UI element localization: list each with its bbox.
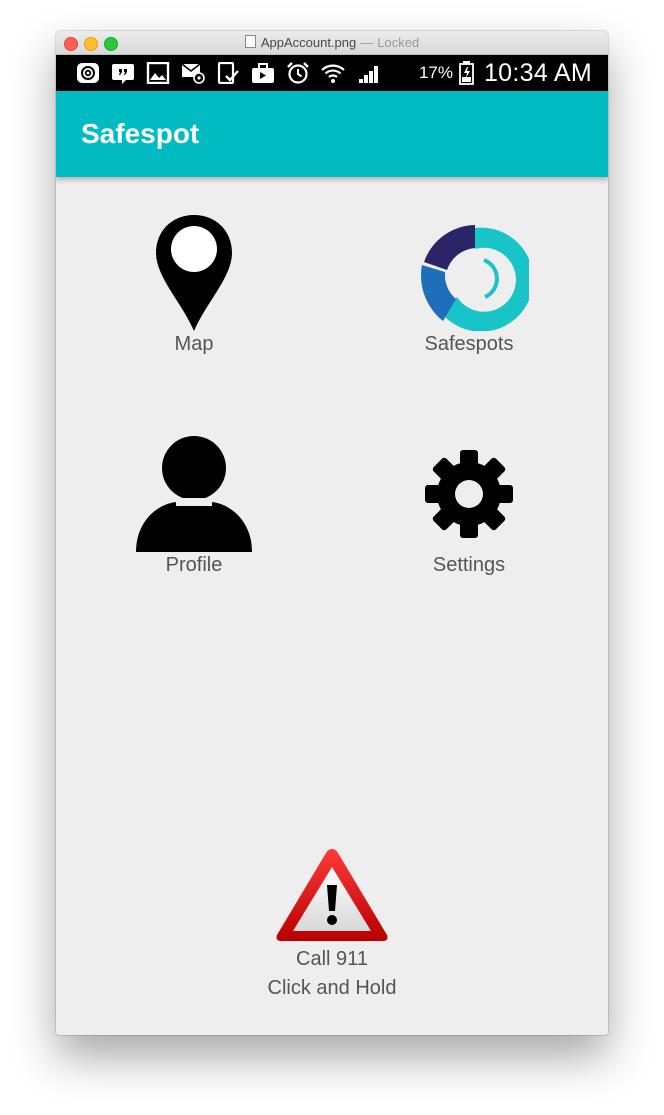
battery-icon: [459, 61, 474, 85]
gear-icon: [425, 450, 513, 538]
map-tile[interactable]: Map: [94, 215, 294, 356]
call-911-button[interactable]: Call 911 Click and Hold: [232, 847, 432, 1003]
status-clock: 10:34 AM: [483, 58, 592, 87]
tablet-check-icon: [217, 62, 239, 84]
battery-percentage: 17%: [418, 63, 453, 82]
signal-icon: [359, 66, 378, 83]
window-titlebar: AppAccount.png — Locked: [56, 31, 608, 55]
profile-label: Profile: [165, 554, 223, 576]
briefcase-icon: [252, 63, 274, 83]
window-title: AppAccount.png — Locked: [56, 35, 608, 50]
app-toolbar: Safespot: [56, 91, 608, 177]
gallery-icon: [146, 62, 170, 84]
document-icon: [244, 35, 256, 48]
home-grid: Map Safespots Profile Settings Call 911 …: [56, 177, 608, 1035]
safespots-logo-icon: [421, 225, 529, 331]
safespots-tile[interactable]: Safespots: [369, 215, 569, 356]
map-label: Map: [174, 333, 214, 355]
app-window: AppAccount.png — Locked 17% 10:34 AM Saf…: [56, 31, 608, 1035]
window-title-separator: —: [360, 35, 374, 50]
call-911-label: Call 911: [296, 948, 368, 970]
email-icon: [77, 63, 99, 83]
android-status-bar: 17% 10:34 AM: [56, 55, 608, 91]
map-pin-icon: [156, 215, 232, 331]
safespots-label: Safespots: [424, 333, 514, 355]
window-filename: AppAccount.png: [260, 35, 357, 50]
wifi-icon: [321, 64, 345, 83]
window-lock-status: Locked: [377, 35, 420, 50]
settings-label: Settings: [432, 554, 506, 576]
alarm-icon: [287, 62, 309, 84]
hangouts-icon: [112, 64, 134, 84]
person-icon: [136, 436, 252, 552]
mail-at-icon: [181, 63, 205, 84]
click-and-hold-label: Click and Hold: [267, 977, 397, 999]
settings-tile[interactable]: Settings: [369, 436, 569, 577]
app-title: Safespot: [81, 118, 200, 149]
warning-icon: [276, 849, 388, 941]
profile-tile[interactable]: Profile: [94, 436, 294, 577]
